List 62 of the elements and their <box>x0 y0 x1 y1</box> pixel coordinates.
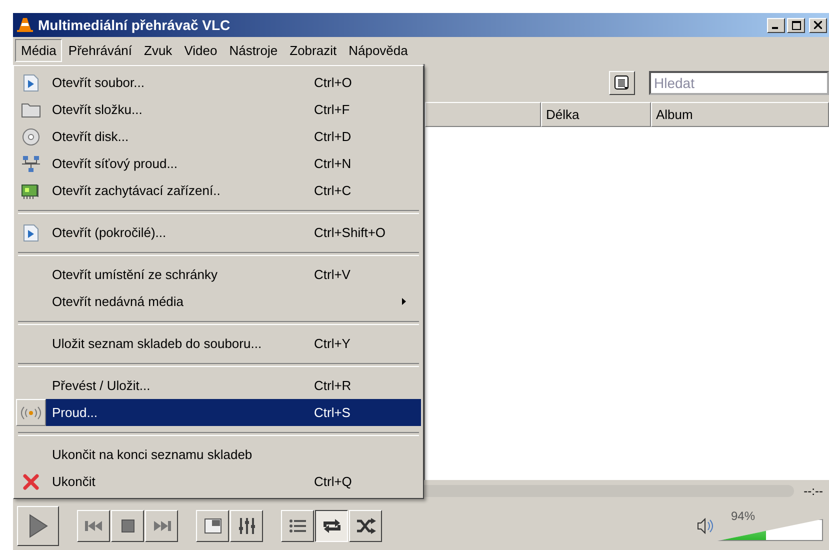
menu-item[interactable]: Otevřít soubor... Ctrl+O <box>16 69 421 96</box>
network-icon <box>22 154 40 172</box>
menu-bar-item[interactable]: Zobrazit <box>284 39 343 62</box>
menu-bar-item[interactable]: Nástroje <box>223 39 284 62</box>
close-button[interactable] <box>809 18 827 32</box>
menu-item[interactable]: Otevřít síťový proud... Ctrl+N <box>16 150 421 177</box>
equalizer-button[interactable] <box>230 510 263 542</box>
menu-item[interactable]: Převést / Uložit... Ctrl+R <box>16 372 421 399</box>
previous-button[interactable] <box>77 510 110 542</box>
menu-item[interactable]: Otevřít umístění ze schránky Ctrl+V <box>16 261 421 288</box>
next-button[interactable] <box>145 510 178 542</box>
stop-icon <box>120 519 134 533</box>
search-field[interactable]: Hledat <box>649 71 829 95</box>
menu-item[interactable]: Proud... Ctrl+S <box>16 399 421 426</box>
menu-bar-item[interactable]: Nápověda <box>342 39 414 62</box>
sliders-icon <box>238 517 256 535</box>
time-label: --:-- <box>804 484 823 498</box>
previous-icon <box>84 520 102 532</box>
list-icon <box>288 519 306 533</box>
menu-bar-item[interactable]: Média <box>15 39 62 62</box>
list-icon <box>614 75 630 91</box>
menu-item[interactable]: Ukončit Ctrl+Q <box>16 468 421 495</box>
close-icon <box>23 474 39 490</box>
playlist-button[interactable] <box>281 510 314 542</box>
loop-icon <box>322 518 342 534</box>
menu-item[interactable]: Otevřít (pokročilé)... Ctrl+Shift+O <box>16 219 421 246</box>
window-title: Multimediální přehrávač VLC <box>38 17 230 33</box>
disc-icon <box>22 128 40 146</box>
media-file-icon <box>23 224 39 242</box>
menu-bar-item[interactable]: Zvuk <box>138 39 178 62</box>
column-header[interactable]: Album <box>651 102 829 127</box>
shuffle-icon <box>356 518 376 534</box>
loop-button[interactable] <box>315 510 348 542</box>
menu-item[interactable]: Ukončit na konci seznamu skladeb <box>16 441 421 468</box>
view-mode-button[interactable] <box>609 71 635 95</box>
capture-card-icon <box>21 182 41 198</box>
next-icon <box>152 520 170 532</box>
broadcast-icon <box>20 406 42 420</box>
volume-reading: 94% <box>731 509 756 523</box>
menu-item[interactable]: Otevřít zachytávací zařízení.. Ctrl+C <box>16 177 421 204</box>
folder-icon <box>21 102 41 118</box>
menu-item[interactable]: Otevřít disk... Ctrl+D <box>16 123 421 150</box>
shuffle-button[interactable] <box>349 510 382 542</box>
maximize-button[interactable] <box>787 18 805 32</box>
column-header[interactable] <box>425 102 541 127</box>
column-header[interactable]: Délka <box>541 102 651 127</box>
play-icon <box>28 514 48 538</box>
play-button[interactable] <box>17 506 59 546</box>
menu-bar-item[interactable]: Přehrávání <box>62 39 138 62</box>
speaker-icon[interactable] <box>697 518 713 534</box>
media-file-icon <box>23 74 39 92</box>
menu-bar-item[interactable]: Video <box>178 39 224 62</box>
minimize-button[interactable] <box>767 18 785 32</box>
close-icon <box>814 21 822 29</box>
maximize-icon <box>792 20 800 30</box>
menu-item[interactable]: Otevřít složku... Ctrl+F <box>16 96 421 123</box>
fullscreen-icon <box>204 518 222 534</box>
stop-button[interactable] <box>111 510 144 542</box>
menu-item[interactable]: Otevřít nedávná média <box>16 288 421 315</box>
cone-icon <box>17 17 33 33</box>
fullscreen-button[interactable] <box>196 510 229 542</box>
menu-item[interactable]: Uložit seznam skladeb do souboru... Ctrl+Y <box>16 330 421 357</box>
